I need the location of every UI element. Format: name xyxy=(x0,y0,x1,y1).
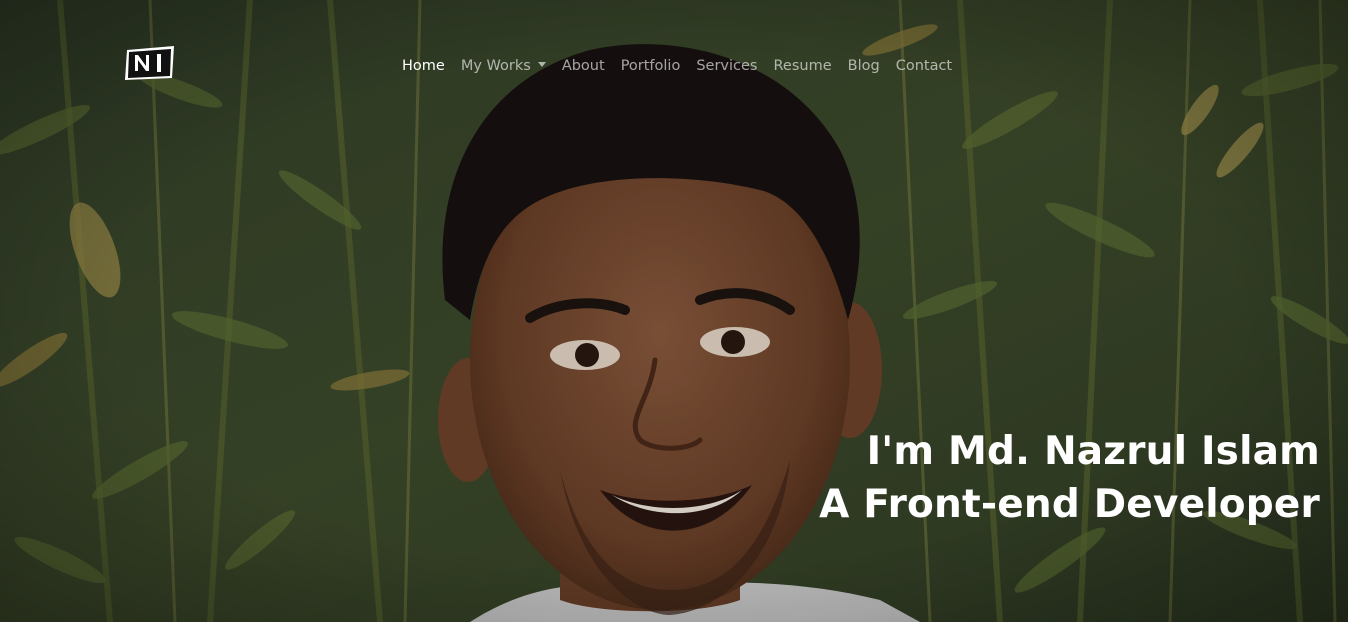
nav-item-resume[interactable]: Resume xyxy=(766,54,840,78)
nav-item-portfolio[interactable]: Portfolio xyxy=(613,54,689,78)
nav-item-services[interactable]: Services xyxy=(688,54,765,78)
hero-headline: I'm Md. Nazrul Islam A Front-end Develop… xyxy=(819,425,1320,531)
nav-item-my-works[interactable]: My Works xyxy=(453,54,554,78)
nav-item-contact[interactable]: Contact xyxy=(888,54,960,78)
hero-name-line: I'm Md. Nazrul Islam xyxy=(866,429,1320,475)
top-navbar: Home My Works About Portfolio Services R… xyxy=(0,0,1348,130)
main-nav-list: Home My Works About Portfolio Services R… xyxy=(394,54,960,78)
nav-item-home[interactable]: Home xyxy=(394,54,453,78)
ni-logo-icon[interactable] xyxy=(124,45,176,81)
dropdown-caret-icon xyxy=(537,62,546,67)
hero-role-line: A Front-end Developer xyxy=(819,482,1320,528)
nav-item-blog[interactable]: Blog xyxy=(840,54,888,78)
hero-section: Home My Works About Portfolio Services R… xyxy=(0,0,1348,622)
nav-item-about[interactable]: About xyxy=(554,54,613,78)
nav-item-my-works-label: My Works xyxy=(460,58,531,74)
